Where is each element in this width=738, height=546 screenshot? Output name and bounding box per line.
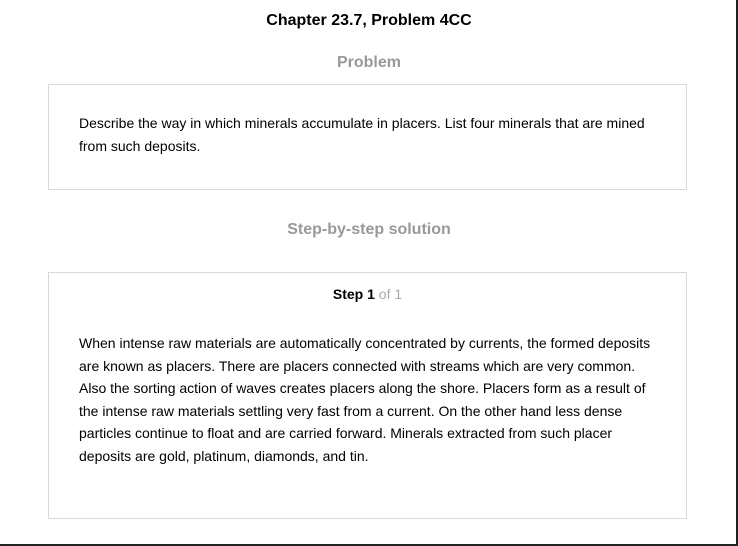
problem-text: Describe the way in which minerals accum… <box>79 115 645 154</box>
problem-box: Describe the way in which minerals accum… <box>48 84 687 190</box>
solution-heading: Step-by-step solution <box>287 221 451 238</box>
step-word: Step <box>332 286 364 302</box>
step-total: of 1 <box>378 286 403 302</box>
solution-text: When intense raw materials are automatic… <box>79 335 651 464</box>
chapter-title: Chapter 23.7, Problem 4CC <box>266 12 472 29</box>
solution-box: Step 1 of 1 When intense raw materials a… <box>48 272 687 519</box>
step-number: 1 <box>367 286 375 302</box>
problem-heading: Problem <box>336 54 401 71</box>
step-indicator: Step 1 of 1 <box>49 286 686 302</box>
